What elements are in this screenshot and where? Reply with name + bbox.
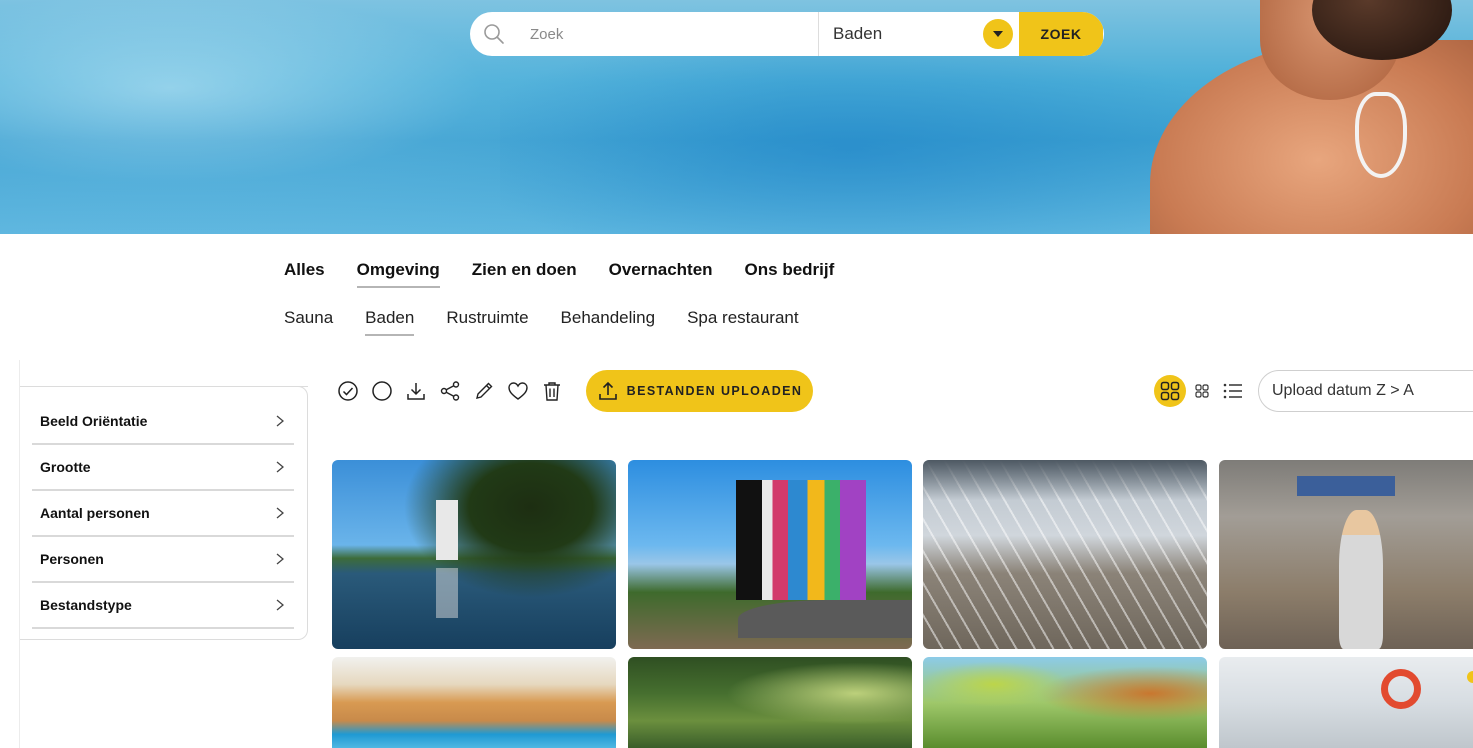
- chevron-right-icon: [276, 461, 284, 473]
- action-toolbar: [336, 377, 564, 405]
- asset-thumbnail[interactable]: [923, 657, 1207, 748]
- asset-thumbnail[interactable]: [1219, 460, 1473, 649]
- asset-thumbnail[interactable]: [1219, 657, 1473, 748]
- subtab-sauna[interactable]: Sauna: [284, 308, 333, 336]
- subtab-behandeling[interactable]: Behandeling: [561, 308, 656, 336]
- upload-files-button[interactable]: BESTANDEN UPLOADEN: [586, 370, 813, 412]
- search-icon[interactable]: [470, 12, 518, 56]
- chevron-down-icon[interactable]: [983, 19, 1013, 49]
- search-bar: Baden ZOEK: [470, 12, 1104, 56]
- grid-large-view-icon[interactable]: [1154, 375, 1186, 407]
- share-icon[interactable]: [438, 377, 462, 405]
- upload-files-label: BESTANDEN UPLOADEN: [626, 384, 803, 398]
- filter-label: Personen: [40, 551, 104, 567]
- search-button[interactable]: ZOEK: [1019, 12, 1103, 56]
- chevron-right-icon: [276, 507, 284, 519]
- category-select[interactable]: Baden: [819, 12, 1019, 56]
- subtab-spa-restaurant[interactable]: Spa restaurant: [687, 308, 799, 336]
- chevron-right-icon: [276, 599, 284, 611]
- asset-thumbnail[interactable]: [628, 657, 912, 748]
- chevron-right-icon: [276, 553, 284, 565]
- filter-label: Aantal personen: [40, 505, 150, 521]
- hero-banner: Baden ZOEK: [0, 0, 1473, 234]
- subtab-baden[interactable]: Baden: [365, 308, 415, 336]
- filter-personen[interactable]: Personen: [32, 537, 294, 583]
- download-icon[interactable]: [404, 377, 428, 405]
- main-tabs: Alles Omgeving Zien en doen Overnachten …: [284, 260, 834, 288]
- tab-overnachten[interactable]: Overnachten: [609, 260, 713, 288]
- grid-small-view-icon[interactable]: [1194, 383, 1210, 399]
- asset-thumbnail[interactable]: [923, 460, 1207, 649]
- filter-label: Beeld Oriëntatie: [40, 413, 148, 429]
- tab-ons-bedrijf[interactable]: Ons bedrijf: [745, 260, 835, 288]
- upload-icon: [598, 381, 617, 400]
- category-select-value: Baden: [833, 24, 883, 43]
- subtab-rustruimte[interactable]: Rustruimte: [446, 308, 528, 336]
- filter-grootte[interactable]: Grootte: [32, 445, 294, 491]
- sub-tabs: Sauna Baden Rustruimte Behandeling Spa r…: [284, 308, 799, 336]
- check-circle-icon[interactable]: [336, 377, 360, 405]
- sort-select-value: Upload datum Z > A: [1272, 382, 1414, 399]
- filter-label: Bestandstype: [40, 597, 132, 613]
- search-input[interactable]: [518, 12, 818, 56]
- filter-beeld-orientatie[interactable]: Beeld Oriëntatie: [32, 399, 294, 445]
- asset-thumbnail[interactable]: [332, 657, 616, 748]
- tab-omgeving[interactable]: Omgeving: [356, 260, 440, 288]
- pencil-icon[interactable]: [472, 377, 496, 405]
- asset-thumbnail[interactable]: [628, 460, 912, 649]
- filter-aantal-personen[interactable]: Aantal personen: [32, 491, 294, 537]
- asset-thumbnail[interactable]: [332, 460, 616, 649]
- trash-icon[interactable]: [540, 377, 564, 405]
- filter-bestandstype[interactable]: Bestandstype: [32, 583, 294, 629]
- heart-icon[interactable]: [506, 377, 530, 405]
- list-view-icon[interactable]: [1222, 381, 1244, 401]
- filter-label: Grootte: [40, 459, 91, 475]
- chevron-right-icon: [276, 415, 284, 427]
- tab-alles[interactable]: Alles: [284, 260, 325, 288]
- circle-icon[interactable]: [370, 377, 394, 405]
- tab-zien-en-doen[interactable]: Zien en doen: [472, 260, 577, 288]
- filter-panel: Beeld Oriëntatie Grootte Aantal personen…: [20, 386, 308, 640]
- sort-select[interactable]: Upload datum Z > A: [1258, 370, 1473, 412]
